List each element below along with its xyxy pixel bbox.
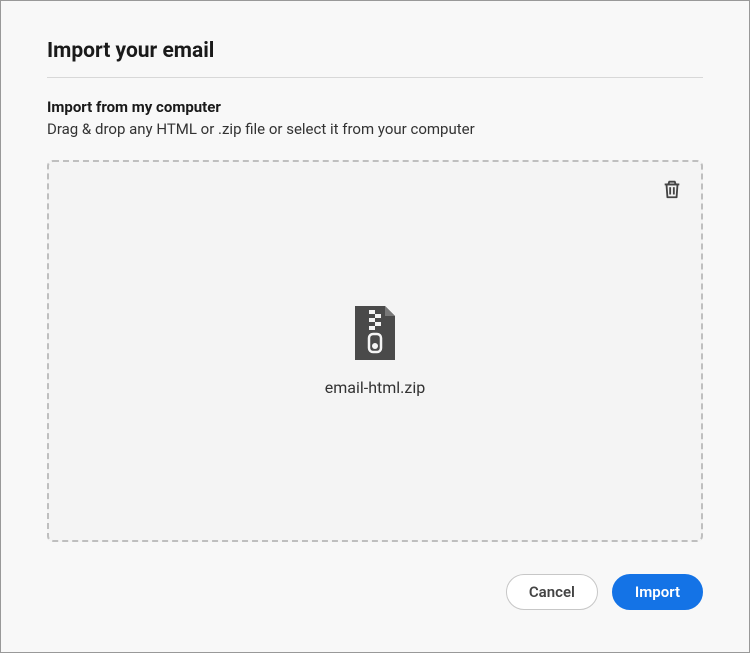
- cancel-button[interactable]: Cancel: [506, 574, 598, 610]
- page-title: Import your email: [47, 39, 703, 63]
- section-description: Drag & drop any HTML or .zip file or sel…: [47, 120, 703, 138]
- section-title: Import from my computer: [47, 98, 703, 116]
- trash-icon: [661, 178, 683, 204]
- import-dialog: Import your email Import from my compute…: [0, 0, 750, 653]
- divider: [47, 77, 703, 78]
- file-name: email-html.zip: [325, 378, 425, 397]
- uploaded-file: email-html.zip: [325, 306, 425, 397]
- zip-file-icon: [351, 306, 399, 364]
- import-button[interactable]: Import: [612, 574, 703, 610]
- file-dropzone[interactable]: email-html.zip: [47, 160, 703, 542]
- dialog-footer: Cancel Import: [47, 574, 703, 610]
- delete-file-button[interactable]: [661, 178, 683, 204]
